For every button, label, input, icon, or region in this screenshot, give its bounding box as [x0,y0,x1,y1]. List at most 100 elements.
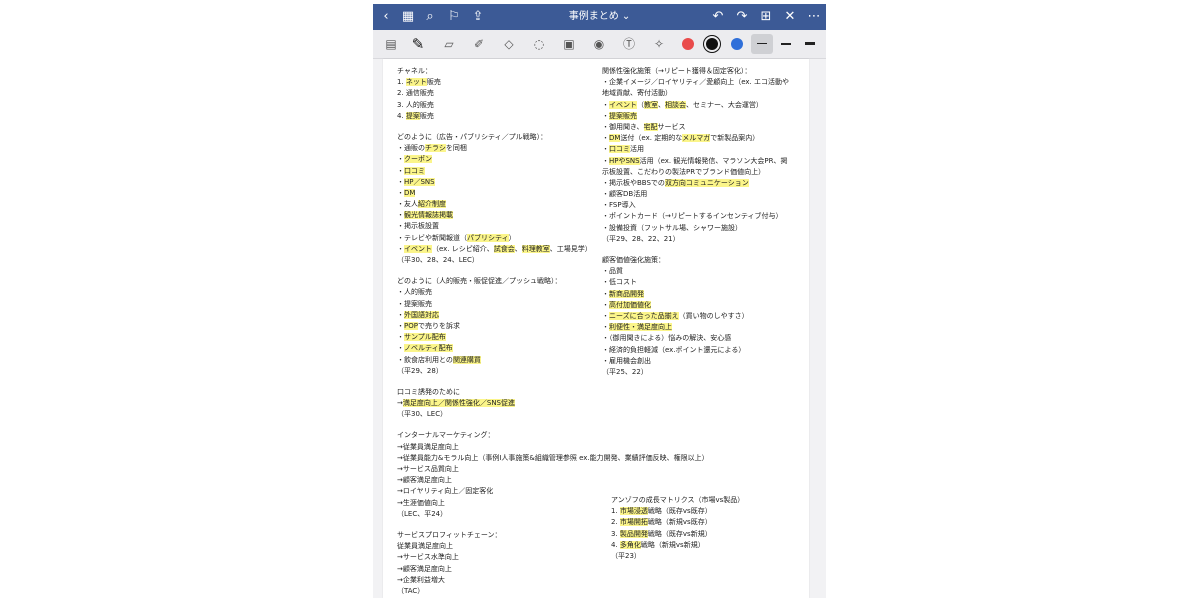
undo-icon[interactable]: ↶ [709,8,727,26]
highlighted-text: 宅配 [643,122,658,131]
note-line: ・低コスト [602,277,807,288]
service-profit-chain-block: サービスプロフィットチェーン： 従業員満足度向上 →サービス水準向上 →顧客満足度向上… [397,530,597,597]
note-line: →生涯価値向上 [397,498,597,509]
note-text: 2. 通信販売 [397,89,434,98]
channel-block: チャネル： 1. ネット販売 2. 通信販売 3. 人的販売 4. 提案販売 [397,66,597,122]
internal-marketing-block: インターナルマーケティング： →従業員満足度向上 →従業員能力&モラル向上（事例Ⅰ人… [397,430,709,520]
note-text: 顧客価値強化施策： [602,256,665,264]
app-window: ‹ ▦ ⌕ ⚐ ⇪ 事例まとめ ⌄ ↶ ↷ ⊞ ✕ ⋯ ▤ ✎ ▱ ✐ ◇ ◌ … [373,4,826,598]
note-text: →従業員能力&モラル向上（事例Ⅰ人事施策&組織管理参照 ex.能力開発、業績評価… [397,453,709,462]
note-line: （平23） [611,551,807,562]
note-line: ・人的販売 [397,287,597,298]
note-text: （平29、28） [397,366,443,375]
note-line: →顧客満足度向上 [397,564,597,575]
shape-icon[interactable]: ◇ [501,36,517,52]
note-text: （平30、LEC） [397,410,448,419]
note-text: 3. 人的販売 [397,100,434,109]
note-line: ・口コミ [397,166,597,177]
highlighted-text: ノベルティ配布 [404,344,453,353]
note-line: →ロイヤリティ向上／固定客化 [397,486,597,497]
note-line: ・掲示板設置 [397,221,597,232]
note-text: 地域貢献、寄付活動） [602,89,672,98]
note-text: ・ [602,289,609,298]
highlighted-text: ニーズに合った品揃え [609,311,679,320]
note-line: ・（御用聞きによる）悩みの解決、安心感 [602,333,807,344]
redo-icon[interactable]: ↷ [733,8,751,26]
note-text: ・ [397,155,404,164]
more-icon[interactable]: ⋯ [805,8,823,26]
note-line: 口コミ誘発のために [397,387,597,398]
highlighted-text: 利便性・満足度向上 [609,323,672,332]
lasso-icon[interactable]: ◌ [531,36,547,52]
customer-value-block: 顧客価値強化施策： ・品質 ・低コスト ・新商品開発 ・高付加価値化 ・ニーズに合った品揃… [602,255,807,378]
note-line: 地域貢献、寄付活動） [602,88,807,99]
stroke-medium-option[interactable] [781,43,791,45]
close-icon[interactable]: ✕ [781,8,799,26]
note-text: ・ [602,134,609,143]
note-line: （平30、LEC） [397,409,597,420]
left-column: チャネル： 1. ネット販売 2. 通信販売 3. 人的販売 4. 提案販売 どのように… [397,66,709,597]
color-red-swatch[interactable] [682,38,694,50]
highlighted-text: 観光情報誌掲載 [404,211,453,220]
note-text: で新製品案内） [710,134,760,143]
note-line: ・経済的負担軽減（ex.ポイント還元による） [602,345,807,356]
chevron-down-icon: ⌄ [621,11,631,22]
highlighted-text: 外国語対応 [404,310,439,319]
note-text: ・ [397,310,404,319]
note-text: 販売 [419,111,434,120]
highlighted-text: イベント [404,244,432,253]
note-text: ・ [397,177,404,186]
note-line: →サービス水準向上 [397,552,597,563]
note-text: 、 [514,244,522,253]
note-text: ・ [602,300,609,309]
read-mode-icon[interactable]: ▤ [383,36,399,52]
pen-icon[interactable]: ✎ [410,36,426,52]
note-line: ・品質 [602,266,807,277]
note-line: ・POPで売りを訴求 [397,321,597,332]
note-text: （買い物のしやすさ） [678,311,749,320]
image-icon[interactable]: ▣ [561,36,577,52]
add-page-icon[interactable]: ⊞ [757,8,775,26]
note-line: （平25、22） [602,367,807,378]
note-text: 示板設置、こだわりの製法PRでブランド価値向上） [602,167,766,176]
right-column: 関係性強化施策（→リピート獲得＆固定客化）： ・企業イメージ／ロイヤリティ／愛顧向… [602,66,807,378]
note-text: 、工場見学） [549,244,592,253]
note-line: ・通販のチラシを同梱 [397,143,597,154]
note-line: ・クーポン [397,154,597,165]
highlighted-text: DM [404,188,416,197]
text-icon[interactable]: Ⓣ [621,36,637,52]
note-text: →生涯価値向上 [397,498,445,507]
note-text: サービス [657,122,686,131]
note-line: ・利便性・満足度向上 [602,322,807,333]
note-line: ・口コミ活用 [602,144,807,155]
note-text: アンゾフの成長マトリクス（市場vs製品） [611,496,745,504]
highlighted-text: 高付加価値化 [609,300,651,309]
note-text: ・FSP導入 [602,201,636,210]
color-blue-swatch[interactable] [731,38,743,50]
highlighted-text: イベント [609,100,637,109]
note-text: ・ [397,321,404,330]
color-black-swatch[interactable] [706,38,718,50]
note-line: サービスプロフィットチェーン： [397,530,597,541]
note-line: ・飲食店利用との関連購買 [397,355,597,366]
highlighted-text: 口コミ [404,166,425,175]
ansoff-block: アンゾフの成長マトリクス（市場vs製品） 1. 市場浸透戦略（既存vs既存） 2. … [611,495,807,562]
note-line: 2. 市場開拓戦略（新規vs既存） [611,517,807,528]
eraser-icon[interactable]: ▱ [441,36,457,52]
note-page[interactable]: チャネル： 1. ネット販売 2. 通信販売 3. 人的販売 4. 提案販売 どのように… [383,59,809,598]
note-line: （平29、28） [397,366,597,377]
document-title-text: 事例まとめ [568,11,619,22]
note-text: ・御用聞き、 [602,122,644,131]
camera-icon[interactable]: ◉ [591,36,607,52]
relationship-block: 関係性強化施策（→リピート獲得＆固定客化）： ・企業イメージ／ロイヤリティ／愛顧向… [602,66,807,245]
stroke-thick-option[interactable] [805,42,815,45]
highlighted-text: メルマガ [682,134,711,143]
note-line: →従業員能力&モラル向上（事例Ⅰ人事施策&組織管理参照 ex.能力開発、業績評価… [397,453,709,464]
laser-icon[interactable]: ✧ [651,36,667,52]
highlighted-text: 教室 [644,100,658,109]
stroke-thin-option[interactable] [751,34,773,54]
highlighter-icon[interactable]: ✐ [471,36,487,52]
note-text: 送付（ex. 定期的な [620,134,683,143]
note-text: 戦略（新規vs既存） [647,518,712,527]
note-line: →従業員満足度向上 [397,442,597,453]
